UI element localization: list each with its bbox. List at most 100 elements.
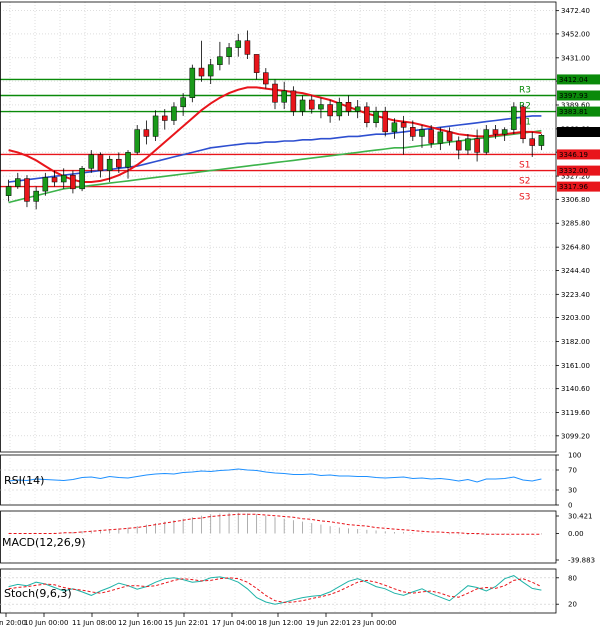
candle-body	[281, 90, 287, 103]
candle-body	[263, 72, 269, 85]
time-tick-label: 11 Jun 08:00	[72, 619, 116, 627]
candle-body	[511, 106, 517, 130]
level-price-label-r3: 3412.04	[559, 76, 588, 84]
candle-body	[60, 174, 67, 183]
candle-body	[24, 178, 30, 202]
candle-body	[538, 135, 545, 146]
time-tick-label: 19 Jun 22:01	[306, 619, 350, 627]
candle-body	[152, 115, 159, 137]
candle-body	[5, 186, 12, 196]
time-tick-label: 9 Jun 20:00	[0, 619, 26, 627]
rsi-tick-label: 0	[568, 502, 572, 510]
price-tick-label: 3472.40	[561, 7, 590, 15]
indicator-panes: 100 70 30 0 RSI(14) 30.421 0.00 -39.883 MACD(12,…	[0, 452, 595, 609]
level-price-label-s2: 3332.00	[559, 167, 588, 175]
candle-body	[501, 129, 508, 135]
level-price-label-r2: 3397.93	[559, 92, 588, 100]
candle-body	[364, 106, 370, 124]
candle-body	[97, 154, 104, 171]
candle-body	[171, 106, 177, 121]
price-tick-label: 3182.00	[561, 338, 590, 346]
rsi-label: RSI(14)	[4, 474, 44, 487]
candle-body	[345, 102, 352, 112]
current-price-label: 3365.89	[559, 128, 588, 136]
candle-body	[180, 97, 186, 108]
candle-body	[143, 129, 150, 137]
candle-body	[483, 129, 490, 153]
level-price-label-s3: 3317.96	[559, 183, 588, 191]
candle-body	[253, 54, 260, 73]
candle-body	[198, 67, 205, 77]
main-pane-frame	[0, 1, 557, 453]
price-tick-label: 3140.60	[561, 385, 590, 393]
candle-body	[226, 47, 232, 57]
candle-body	[428, 129, 434, 144]
time-tick-label: 17 Jun 04:00	[212, 619, 256, 627]
time-tick-label: 12 Jun 16:00	[118, 619, 162, 627]
level-price-label-s1: 3346.19	[559, 151, 588, 159]
candle-body	[134, 129, 140, 153]
price-chart: R3R2R1S1S2S3 3472.403452.003431.003410.6…	[0, 1, 600, 627]
candle-body	[161, 115, 168, 121]
candle-body	[125, 152, 131, 168]
time-axis: 9 Jun 20:0010 Jun 00:00 11 Jun 08:0012 Ju…	[0, 613, 396, 627]
candle-body	[455, 140, 462, 151]
candle-body	[410, 127, 416, 137]
candle-body	[106, 158, 113, 171]
candle-body	[189, 67, 196, 98]
candle-body	[42, 177, 49, 192]
candle-body	[327, 104, 333, 117]
stoch-label: Stoch(9,6,3)	[4, 587, 72, 600]
macd-label: MACD(12,26,9)	[2, 536, 86, 549]
price-tick-label: 3431.00	[561, 54, 590, 62]
candle-body	[308, 99, 315, 110]
candle-body	[437, 131, 444, 144]
candle-body	[318, 104, 324, 110]
price-tick-label: 3203.00	[561, 314, 590, 322]
price-tick-label: 3223.40	[561, 291, 590, 299]
candle-body	[88, 154, 95, 169]
candle-body	[391, 122, 398, 133]
stoch-k-line	[8, 575, 542, 605]
candle-body	[474, 138, 480, 153]
candle-body	[373, 111, 379, 124]
candle-body	[217, 56, 223, 65]
time-tick-label: 15 Jun 22:01	[164, 619, 208, 627]
level-name-r3: R3	[519, 85, 531, 95]
price-tick-label: 3119.60	[561, 409, 590, 417]
pane-frame-rsi	[0, 454, 557, 506]
price-tick-label: 3264.80	[561, 244, 590, 252]
candle-body	[33, 190, 39, 202]
price-tick-label: 3099.20	[561, 432, 590, 440]
candle-body	[116, 158, 122, 168]
level-name-s1: S1	[519, 160, 530, 170]
stoch-tick-label: 20	[568, 601, 577, 609]
rsi-tick-label: 70	[568, 467, 577, 475]
time-tick-label: 18 Jun 12:00	[258, 619, 302, 627]
candle-body	[244, 40, 251, 55]
stoch-tick-label: 80	[568, 574, 577, 582]
macd-tick-label: 30.421	[568, 513, 593, 521]
candle-body	[419, 129, 425, 137]
level-price-label-r1: 3383.81	[559, 108, 588, 116]
price-tick-label: 3161.00	[561, 362, 590, 370]
price-axis: 3472.403452.003431.003410.603389.603368.…	[556, 7, 600, 440]
candle-body	[79, 168, 85, 190]
candle-body	[235, 40, 242, 48]
level-name-s3: S3	[519, 193, 530, 203]
candle-body	[382, 111, 389, 133]
pane-frames	[0, 1, 557, 614]
candle-body	[529, 138, 535, 146]
candle-body	[336, 102, 343, 117]
price-tick-label: 3244.40	[561, 267, 590, 275]
candle-body	[520, 106, 526, 139]
candle-body	[299, 99, 306, 112]
candle-body	[207, 64, 214, 77]
stoch-d-line	[8, 577, 542, 603]
time-tick-label: 10 Jun 00:00	[24, 619, 68, 627]
candle-body	[492, 129, 499, 135]
candle-body	[465, 138, 471, 151]
macd-tick-label: 0.00	[568, 530, 584, 538]
rsi-line	[8, 468, 542, 483]
candle-body	[272, 83, 278, 103]
